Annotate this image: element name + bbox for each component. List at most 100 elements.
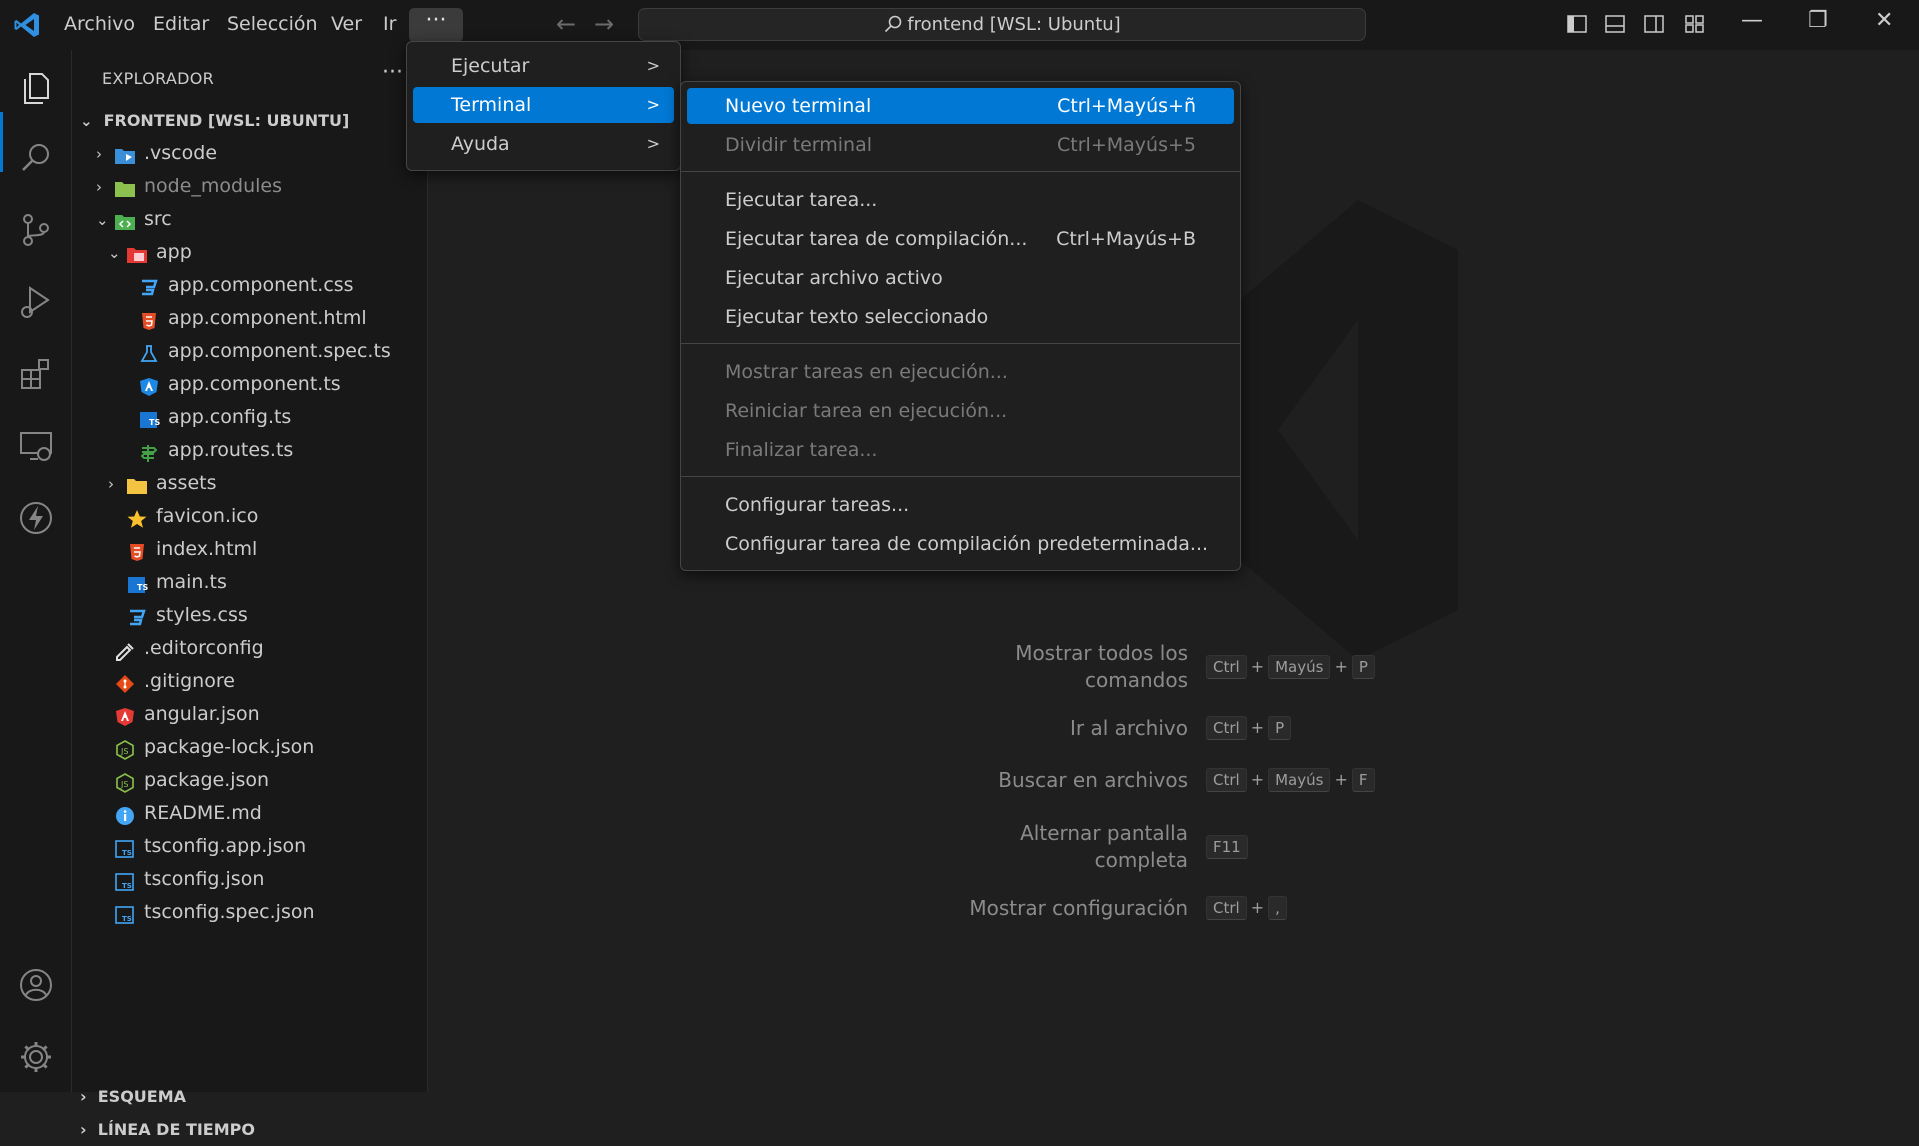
close-icon[interactable]: ✕ (1875, 8, 1893, 33)
terminal-menu-item[interactable]: Ejecutar tarea... (687, 182, 1234, 218)
ts-icon: TS (126, 573, 148, 593)
shortcut-label: Mostrar todos los comandos (838, 640, 1188, 694)
explorer-icon[interactable] (16, 68, 56, 108)
menu-editar[interactable]: Editar (153, 13, 209, 35)
plus-separator: + (1250, 898, 1265, 917)
tree-item[interactable]: TS tsconfig.spec.json (96, 896, 315, 929)
tree-item[interactable]: › node_modules (96, 170, 282, 203)
toggle-panel-icon[interactable] (1604, 13, 1626, 35)
command-center-search[interactable]: frontend [WSL: Ubuntu] (638, 8, 1366, 41)
accounts-icon[interactable] (16, 965, 56, 1005)
svg-text:TS: TS (137, 583, 148, 592)
active-indicator (0, 112, 3, 172)
tree-item[interactable]: angular.json (96, 698, 260, 731)
tree-item[interactable]: .editorconfig (96, 632, 264, 665)
menu-item-ejecutar[interactable]: Ejecutar > (413, 48, 674, 84)
tree-item-label: app.component.html (168, 307, 367, 329)
menu-ver[interactable]: Ver (331, 13, 362, 35)
tree-item[interactable]: JS package.json (96, 764, 269, 797)
extensions-icon[interactable] (16, 354, 56, 394)
chevron-right-icon: > (646, 95, 660, 114)
tree-item[interactable]: TS main.ts (108, 566, 227, 599)
minimize-icon[interactable]: — (1741, 8, 1763, 33)
section-outline[interactable]: › ESQUEMA (80, 1080, 186, 1113)
toggle-secondary-sidebar-icon[interactable] (1643, 13, 1665, 35)
tree-item[interactable]: .gitignore (96, 665, 235, 698)
chevron-right-icon: › (80, 1087, 98, 1106)
tree-item[interactable]: ⌄ app (108, 236, 192, 269)
menu-item-label: Configurar tarea de compilación predeter… (725, 533, 1209, 555)
node-icon: JS (114, 771, 136, 793)
more-menus-button[interactable]: ··· (409, 8, 463, 42)
menu-item-label: Terminal (451, 94, 532, 116)
tree-item[interactable]: app.routes.ts (120, 434, 293, 467)
tree-item[interactable]: JS package-lock.json (96, 731, 314, 764)
terminal-menu-item[interactable]: Nuevo terminal Ctrl+Mayús+ñ (687, 88, 1234, 124)
svg-text:TS: TS (122, 915, 132, 923)
keycap: F (1351, 768, 1375, 792)
tree-item[interactable]: ⌄ src (96, 203, 172, 236)
menu-item-label: Configurar tareas... (725, 494, 910, 516)
tree-item[interactable]: styles.css (108, 599, 248, 632)
section-timeline[interactable]: › LÍNEA DE TIEMPO (80, 1113, 255, 1146)
menu-ir[interactable]: Ir (383, 13, 396, 35)
keycap: Ctrl (1206, 896, 1247, 920)
source-control-icon[interactable] (16, 210, 56, 250)
tree-item[interactable]: app.component.ts (120, 368, 341, 401)
tree-item[interactable]: index.html (108, 533, 257, 566)
tree-item-label: angular.json (144, 703, 260, 725)
tree-item[interactable]: › .vscode (96, 137, 217, 170)
menu-item-ayuda[interactable]: Ayuda > (413, 126, 674, 162)
tree-item[interactable]: app.component.html (120, 302, 367, 335)
terminal-menu-item[interactable]: Configurar tarea de compilación predeter… (687, 526, 1234, 562)
tree-item-label: app.routes.ts (168, 439, 294, 461)
terminal-menu-item[interactable]: Ejecutar archivo activo (687, 260, 1234, 296)
terminal-menu-item[interactable]: Configurar tareas... (687, 487, 1234, 523)
customize-layout-icon[interactable] (1684, 13, 1706, 35)
tree-item[interactable]: README.md (96, 797, 262, 830)
svg-text:TS: TS (122, 882, 132, 890)
menu-item-label: Ejecutar texto seleccionado (725, 306, 989, 328)
test-icon (138, 342, 160, 362)
terminal-menu-item[interactable]: Ejecutar texto seleccionado (687, 299, 1234, 335)
terminal-menu-item[interactable]: Ejecutar tarea de compilación... Ctrl+May… (687, 221, 1234, 257)
terminal-menu-item: Reiniciar tarea en ejecución... (687, 393, 1234, 429)
terminal-menu-item: Finalizar tarea... (687, 432, 1234, 468)
shortcut-label: Mostrar configuración (838, 895, 1188, 922)
toggle-primary-sidebar-icon[interactable] (1566, 13, 1588, 35)
forward-arrow-icon[interactable]: → (594, 10, 614, 38)
chevron-right-icon: › (108, 475, 114, 493)
title-bar: Archivo Editar Selección Ver Ir ··· ← → … (0, 0, 1919, 50)
tree-item-label: assets (156, 472, 217, 494)
remote-explorer-icon[interactable] (16, 426, 56, 466)
back-arrow-icon[interactable]: ← (556, 10, 576, 38)
restore-icon[interactable]: ❐ (1808, 8, 1828, 33)
tree-item[interactable]: TS app.config.ts (120, 401, 291, 434)
tree-item-label: node_modules (144, 175, 283, 197)
run-debug-icon[interactable] (16, 282, 56, 322)
tsconfig-icon: TS (114, 903, 136, 924)
menu-item-terminal[interactable]: Terminal > (413, 87, 674, 123)
search-icon[interactable] (16, 138, 56, 178)
thunder-icon[interactable] (16, 498, 56, 538)
tree-item[interactable]: TS tsconfig.json (96, 863, 264, 896)
menu-item-shortcut: Ctrl+Mayús+B (1056, 228, 1196, 250)
tree-root[interactable]: ⌄ FRONTEND [WSL: UBUNTU] (80, 104, 349, 137)
menu-seleccion[interactable]: Selección (227, 13, 318, 35)
tree-item[interactable]: app.component.css (120, 269, 354, 302)
tree-item-label: index.html (156, 538, 258, 560)
gear-icon[interactable] (16, 1037, 56, 1077)
tree-item[interactable]: › assets (108, 467, 216, 500)
tree-item[interactable]: app.component.spec.ts (120, 335, 391, 368)
keycap: P (1351, 655, 1375, 679)
vscode-logo-icon (14, 13, 39, 37)
more-actions-icon[interactable]: ··· (382, 60, 403, 85)
menu-archivo[interactable]: Archivo (64, 13, 135, 35)
tree-item[interactable]: favicon.ico (108, 500, 258, 533)
tree-item[interactable]: TS tsconfig.app.json (96, 830, 306, 863)
tree-item-label: .vscode (144, 142, 218, 164)
terminal-menu-item: Dividir terminal Ctrl+Mayús+5 (687, 127, 1234, 163)
node-icon: JS (114, 738, 136, 760)
menu-item-shortcut: Ctrl+Mayús+5 (1057, 134, 1196, 156)
menu-item-label: Ejecutar tarea... (725, 189, 878, 211)
